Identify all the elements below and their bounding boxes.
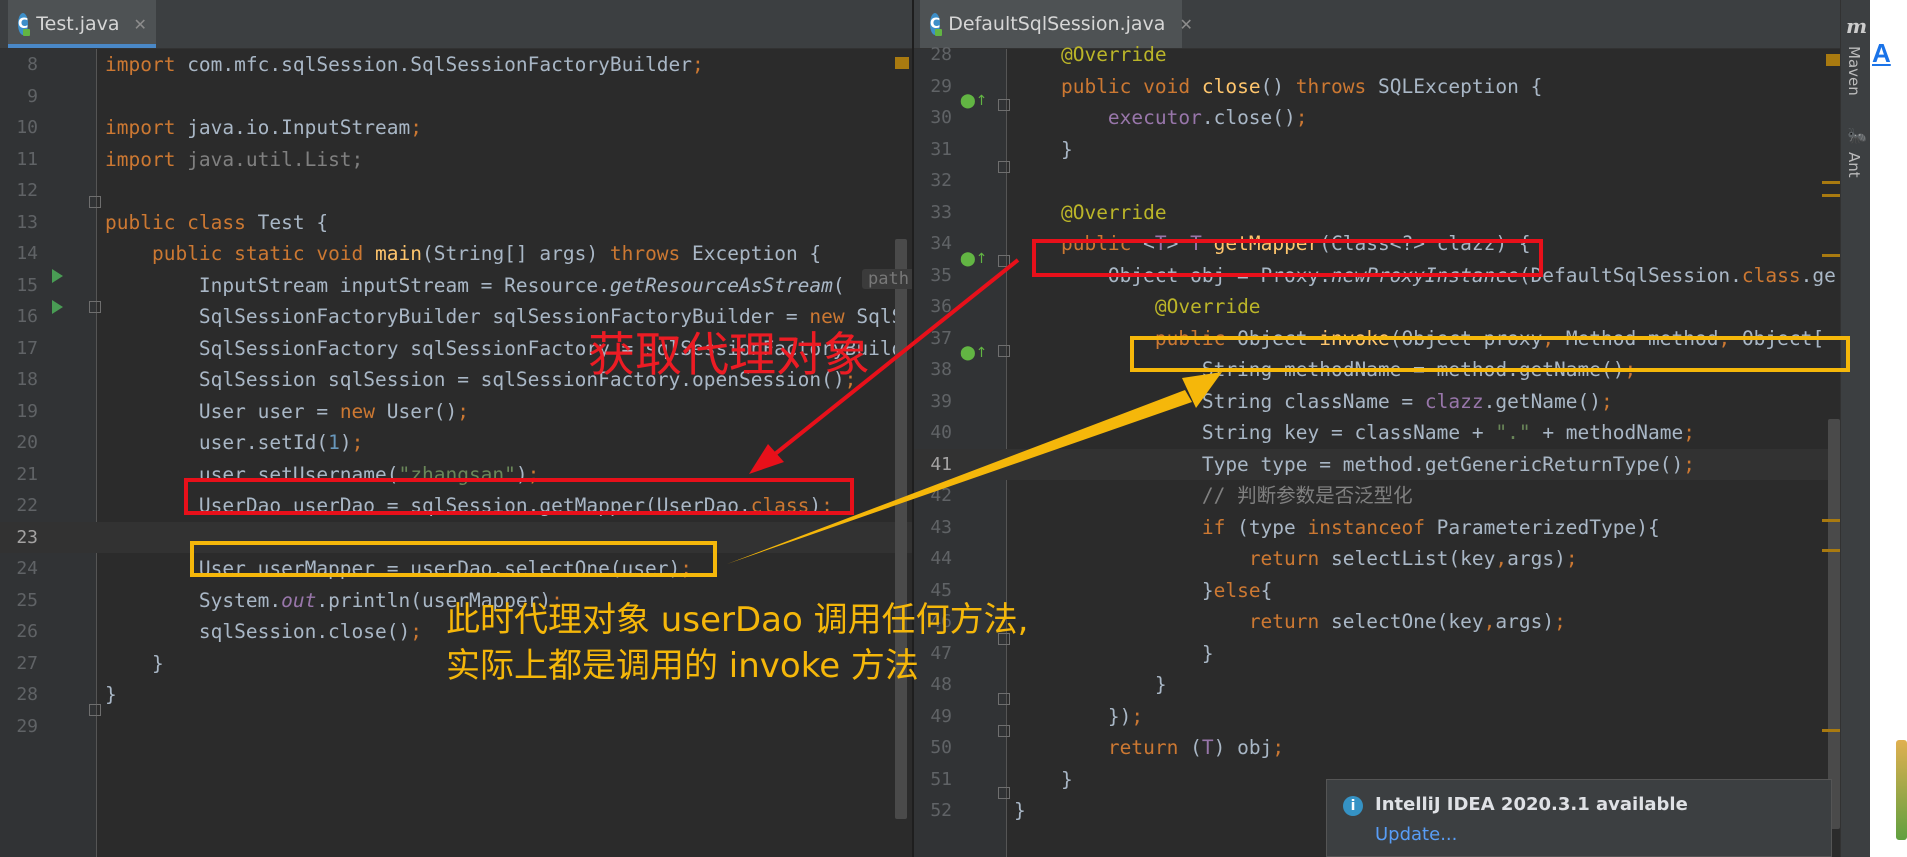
explanation-line-1: 此时代理对象 userDao 调用任何方法,: [446, 600, 1029, 640]
explanation-line-2: 实际上都是调用的 invoke 方法: [446, 646, 919, 686]
orange-arrow-line: [727, 390, 1192, 564]
proxy-annotation-label: 获取代理对象: [588, 328, 870, 383]
annotation-arrows: [727, 258, 1222, 564]
